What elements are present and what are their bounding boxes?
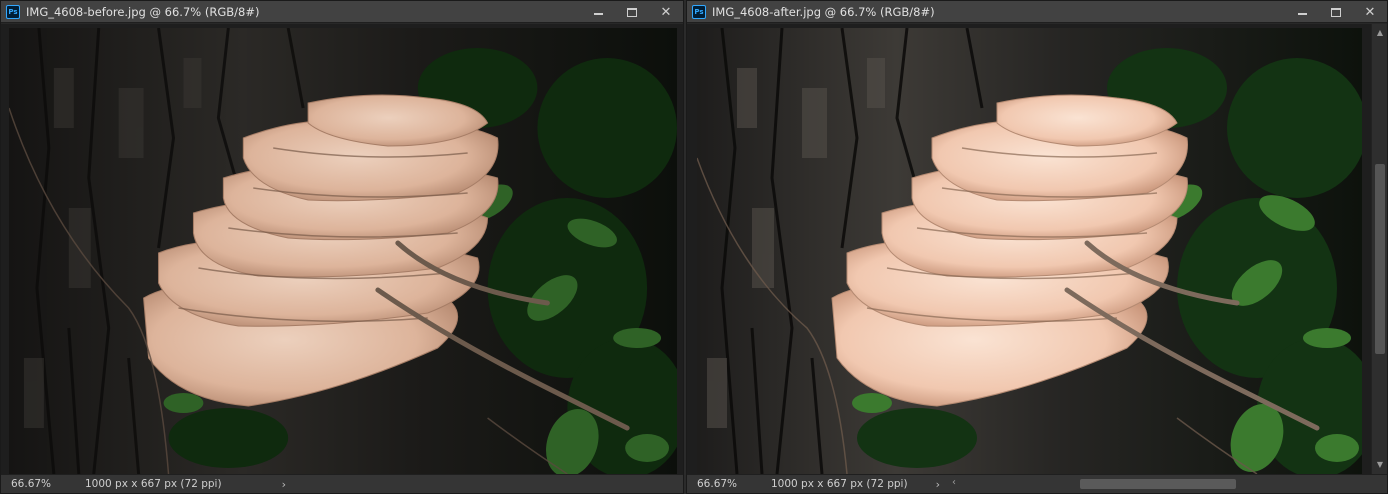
window-controls: ✕ — [1285, 1, 1387, 23]
status-menu-arrow-icon[interactable]: › — [282, 478, 286, 491]
scroll-down-arrow-icon[interactable]: ▼ — [1372, 458, 1387, 472]
document-title: IMG_4608-before.jpg @ 66.7% (RGB/8#) — [26, 4, 260, 19]
document-window-after[interactable]: Ps IMG_4608-after.jpg @ 66.7% (RGB/8#) ✕ — [686, 0, 1388, 494]
photo-canvas-before[interactable] — [9, 28, 677, 474]
status-bar: 66.67% 1000 px x 667 px (72 ppi) › — [1, 474, 683, 493]
photoshop-app-icon: Ps — [692, 4, 706, 19]
mushroom-photo-before — [9, 28, 677, 474]
canvas-area[interactable] — [1, 24, 683, 474]
zoom-level-field[interactable]: 66.67% — [697, 478, 741, 490]
document-window-before[interactable]: Ps IMG_4608-before.jpg @ 66.7% (RGB/8#) … — [0, 0, 684, 494]
window-controls: ✕ — [581, 1, 683, 23]
titlebar[interactable]: Ps IMG_4608-after.jpg @ 66.7% (RGB/8#) ✕ — [687, 1, 1387, 23]
scroll-left-arrow-icon[interactable]: ‹ — [952, 477, 956, 488]
minimize-button[interactable] — [1285, 1, 1319, 23]
titlebar[interactable]: Ps IMG_4608-before.jpg @ 66.7% (RGB/8#) … — [1, 1, 683, 23]
zoom-level-field[interactable]: 66.67% — [11, 478, 55, 490]
maximize-icon — [1331, 7, 1341, 17]
document-info: 1000 px x 667 px (72 ppi) — [771, 478, 908, 490]
close-icon: ✕ — [1364, 4, 1376, 20]
document-info: 1000 px x 667 px (72 ppi) — [85, 478, 222, 490]
status-menu-arrow-icon[interactable]: › — [936, 478, 940, 491]
photo-canvas-after[interactable] — [697, 28, 1362, 474]
minimize-button[interactable] — [581, 1, 615, 23]
horizontal-scroll-thumb[interactable] — [1079, 478, 1236, 489]
minimize-icon — [593, 13, 603, 15]
photoshop-app-icon: Ps — [6, 4, 20, 19]
scroll-up-arrow-icon[interactable]: ▲ — [1372, 26, 1387, 40]
vertical-scroll-thumb[interactable] — [1375, 164, 1385, 354]
canvas-area[interactable]: ▲ ▼ — [687, 24, 1387, 474]
maximize-icon — [627, 7, 637, 17]
horizontal-scrollbar[interactable]: ‹ — [950, 475, 1387, 494]
status-bar: 66.67% 1000 px x 667 px (72 ppi) › ‹ — [687, 474, 1387, 493]
maximize-button[interactable] — [1319, 1, 1353, 23]
close-icon: ✕ — [660, 4, 672, 20]
close-button[interactable]: ✕ — [1353, 1, 1387, 23]
mushroom-photo-after — [697, 28, 1362, 474]
vertical-scrollbar[interactable]: ▲ ▼ — [1371, 24, 1387, 474]
minimize-icon — [1297, 13, 1307, 15]
close-button[interactable]: ✕ — [649, 1, 683, 23]
document-title: IMG_4608-after.jpg @ 66.7% (RGB/8#) — [712, 4, 935, 19]
maximize-button[interactable] — [615, 1, 649, 23]
